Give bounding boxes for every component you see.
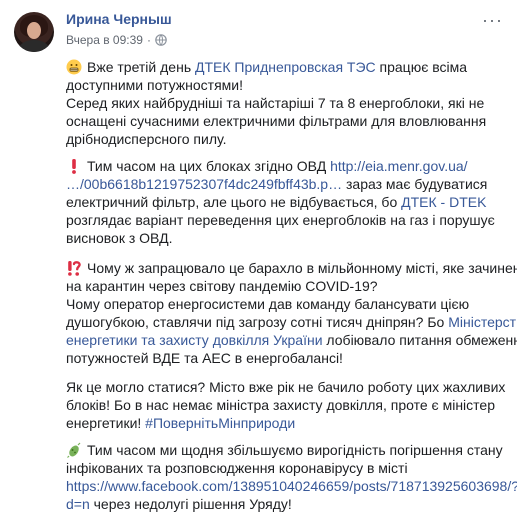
paragraph-4: Як це могло статися? Місто вже рік не ба…	[66, 379, 506, 431]
post-timestamp[interactable]: Вчера в 09:39	[66, 33, 143, 47]
link-ministry[interactable]: Міністерство	[448, 314, 517, 330]
avatar[interactable]	[14, 12, 54, 52]
ellipsis-icon[interactable]: ···	[482, 10, 503, 31]
link-facebook-post-cont[interactable]: d=n	[66, 496, 90, 512]
author-name[interactable]: Ирина Черныш	[66, 11, 172, 27]
paragraph-3: Чому ж запрацювало це барахло в мільйонн…	[66, 259, 517, 367]
link-dtek[interactable]: ДТЕК - DTEK	[401, 194, 486, 210]
link-ministry-cont[interactable]: енергетики та захисту довкілля України	[66, 332, 323, 348]
facebook-post: Ирина Черныш Вчера в 09:39 · ··· Вже тре…	[0, 0, 517, 521]
paragraph-5: Тим часом ми щодня збільшуємо вирогідніс…	[66, 441, 517, 513]
post-meta: Вчера в 09:39 ·	[66, 33, 167, 47]
hashtag-link[interactable]: #ПовернітьМінприроди	[145, 415, 295, 431]
grimacing-face-icon	[66, 59, 82, 75]
globe-icon[interactable]	[155, 34, 167, 46]
exclamation-icon	[72, 159, 76, 174]
link-eia-doc[interactable]: …/00b6618b1219752307f4dc249fbff43b.p…	[66, 176, 342, 192]
link-dtek-tes[interactable]: ДТЕК Приднепровская ТЭС	[195, 59, 376, 75]
paragraph-1: Вже третій день ДТЕК Приднепровская ТЭС …	[66, 59, 487, 147]
post-header: Ирина Черныш Вчера в 09:39 · ···	[0, 0, 517, 56]
microbe-icon	[67, 442, 81, 458]
interrobang-icon	[68, 261, 81, 276]
paragraph-2: Тим часом на цих блоках згідно ОВД http:…	[66, 158, 495, 246]
link-facebook-post[interactable]: https://www.facebook.com/138951040246659…	[66, 478, 517, 494]
link-eia[interactable]: http://eia.menr.gov.ua/	[330, 158, 468, 174]
